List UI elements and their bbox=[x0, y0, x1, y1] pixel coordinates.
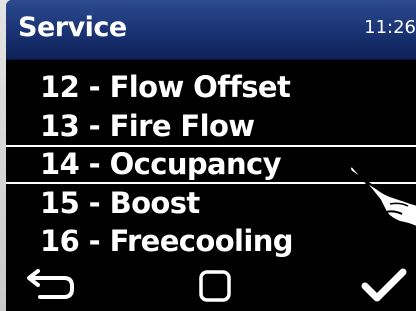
device-bezel: Service 11:26 12 - Flow Offset 13 - Fire… bbox=[0, 0, 416, 311]
menu-item-flow-offset[interactable]: 12 - Flow Offset bbox=[6, 68, 416, 107]
softkey-bar bbox=[6, 259, 416, 311]
menu-item-fire-flow[interactable]: 13 - Fire Flow bbox=[6, 107, 416, 146]
back-arrow-icon[interactable] bbox=[26, 267, 76, 301]
title-bar: Service 11:26 bbox=[6, 0, 416, 60]
menu-item-occupancy[interactable]: 14 - Occupancy bbox=[6, 145, 416, 184]
checkmark-icon[interactable] bbox=[361, 267, 407, 303]
home-square-icon[interactable] bbox=[198, 269, 232, 303]
page-title: Service bbox=[18, 12, 127, 43]
clock: 11:26 bbox=[364, 17, 416, 38]
service-menu: 12 - Flow Offset 13 - Fire Flow 14 - Occ… bbox=[6, 68, 416, 261]
display-screen: Service 11:26 12 - Flow Offset 13 - Fire… bbox=[6, 0, 416, 311]
menu-item-freecooling[interactable]: 16 - Freecooling bbox=[6, 222, 416, 261]
menu-item-boost[interactable]: 15 - Boost bbox=[6, 184, 416, 223]
